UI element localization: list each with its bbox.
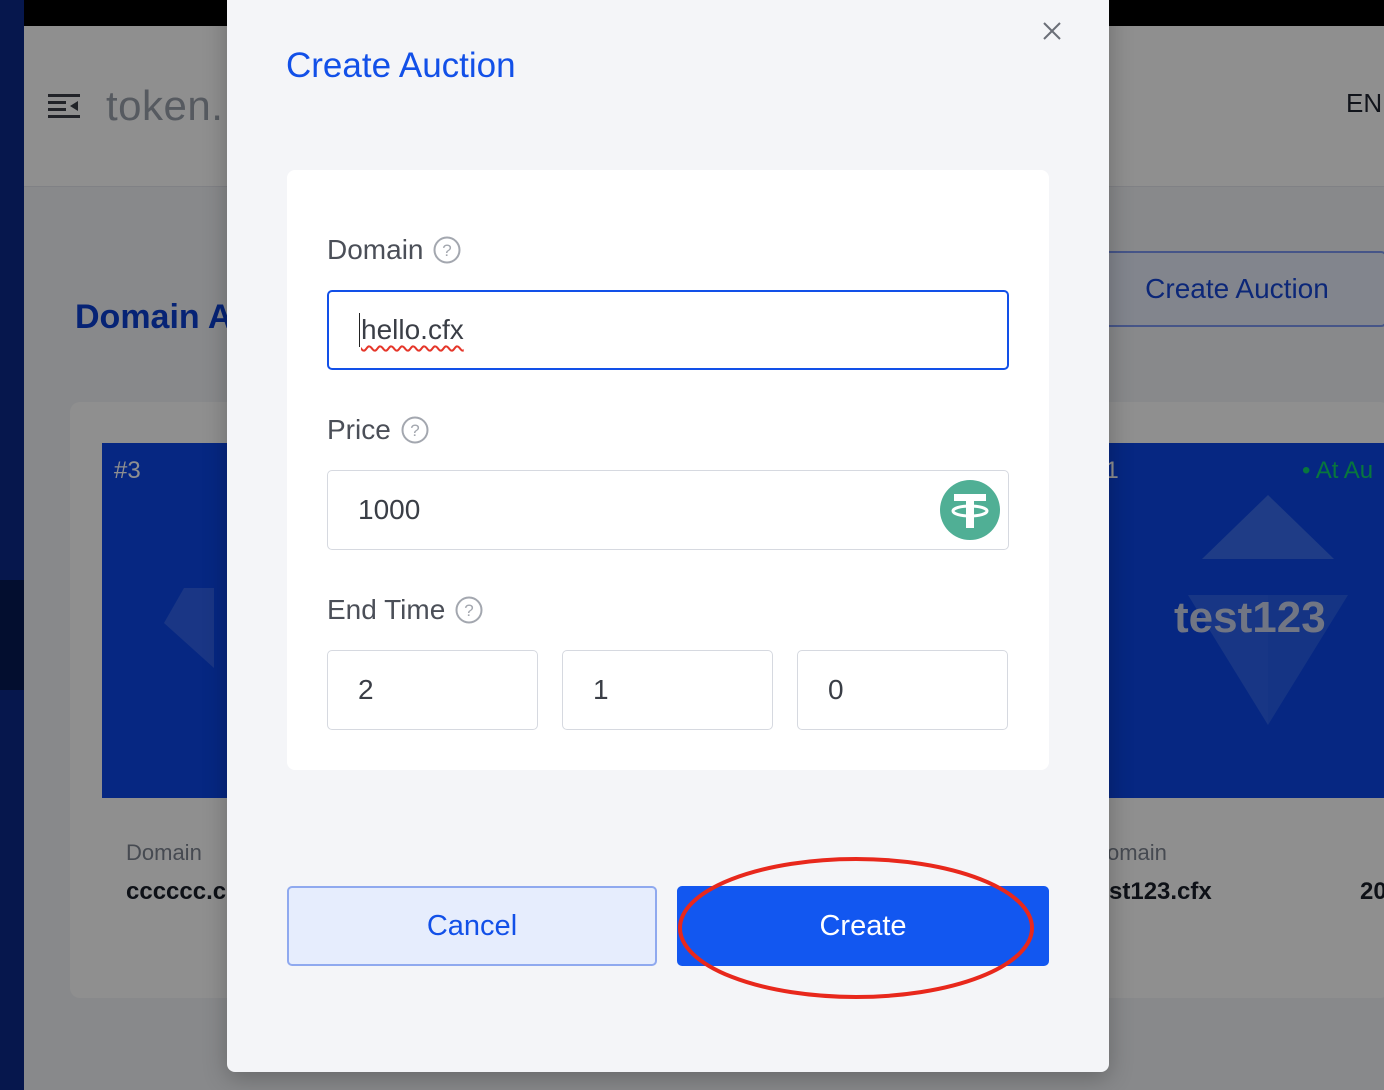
- end-time-minutes-value: 0: [828, 674, 844, 705]
- domain-field-label: Domain ?: [327, 234, 461, 266]
- help-icon[interactable]: ?: [455, 596, 483, 624]
- price-label-text: Price: [327, 414, 391, 445]
- svg-text:?: ?: [410, 421, 419, 440]
- help-icon[interactable]: ?: [401, 416, 429, 444]
- domain-input-value: hello.cfx: [361, 314, 464, 345]
- end-time-hours-value: 1: [593, 674, 609, 705]
- svg-text:?: ?: [465, 601, 474, 620]
- price-field-label: Price ?: [327, 414, 429, 446]
- price-input-value: 1000: [358, 494, 421, 525]
- end-time-field-label: End Time ?: [327, 594, 483, 626]
- auction-form: Domain ? hello.cfx Price ? 1000 End Time…: [287, 170, 1049, 770]
- end-time-hours-input[interactable]: 1: [562, 650, 773, 730]
- end-time-label-text: End Time: [327, 594, 446, 625]
- end-time-minutes-input[interactable]: 0: [797, 650, 1008, 730]
- dialog-title: Create Auction: [286, 46, 516, 85]
- create-auction-dialog: Create Auction Domain ? hello.cfx Price …: [227, 0, 1109, 1072]
- price-input[interactable]: 1000: [327, 470, 1009, 550]
- tether-usdt-icon[interactable]: [940, 480, 1000, 540]
- text-caret: [359, 313, 360, 347]
- close-icon[interactable]: [1037, 16, 1067, 46]
- end-time-days-input[interactable]: 2: [327, 650, 538, 730]
- cancel-button[interactable]: Cancel: [287, 886, 657, 966]
- domain-label-text: Domain: [327, 234, 424, 265]
- svg-text:?: ?: [443, 241, 452, 260]
- create-button[interactable]: Create: [677, 886, 1049, 966]
- domain-input[interactable]: hello.cfx: [327, 290, 1009, 370]
- end-time-days-value: 2: [358, 674, 374, 705]
- help-icon[interactable]: ?: [433, 236, 461, 264]
